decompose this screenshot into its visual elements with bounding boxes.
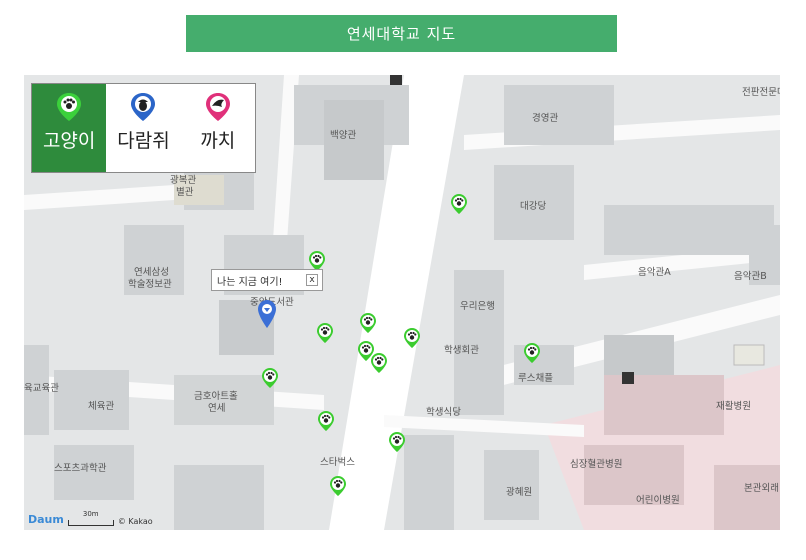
filter-option-label: 고양이	[42, 130, 96, 152]
campus-map[interactable]: 백양관 경영관 전판전문대 대강당 광복관 별관 연세삼성 학술정보관 중앙도서…	[24, 75, 780, 530]
cat-paw-marker-icon[interactable]	[523, 342, 541, 364]
map-label: 백양관	[330, 130, 357, 141]
cat-paw-marker-icon[interactable]	[317, 410, 335, 432]
map-label: 루스채플	[518, 373, 553, 384]
filter-option-magpie[interactable]: 까치	[181, 84, 255, 172]
map-label: 학생회관	[444, 345, 479, 356]
tooltip-text: 나는 지금 여기!	[217, 276, 283, 288]
cat-paw-marker-icon[interactable]	[359, 312, 377, 334]
daum-logo: Daum	[28, 513, 64, 526]
map-label: 대강당	[520, 201, 547, 212]
map-label: 본관외래	[744, 483, 779, 494]
current-location-tooltip: 나는 지금 여기! x	[211, 269, 323, 291]
filter-option-label: 다람쥐	[117, 130, 170, 152]
map-label: 육교육관	[24, 383, 59, 394]
map-label: 연세삼성	[134, 267, 169, 278]
map-label: 음악관A	[638, 267, 671, 278]
map-label: 광복관	[170, 175, 197, 186]
map-label: 광혜원	[506, 487, 533, 498]
page-title-button[interactable]: 연세대학교 지도	[186, 15, 617, 52]
filter-option-label: 까치	[200, 130, 236, 152]
map-label: 심장혈관병원	[570, 459, 623, 470]
map-label: 음악관B	[734, 271, 767, 282]
filter-option-cat[interactable]: 고양이	[32, 84, 107, 172]
scale-label: 30m	[82, 510, 99, 518]
cat-paw-marker-icon[interactable]	[403, 327, 421, 349]
map-label: 전판전문대	[742, 87, 780, 98]
map-label: 학생식당	[426, 407, 461, 418]
scale-line: 30m	[67, 510, 114, 526]
map-label: 연세	[208, 403, 226, 414]
cat-paw-marker-icon[interactable]	[316, 322, 334, 344]
map-label: 재활병원	[716, 401, 751, 412]
map-label: 별관	[176, 187, 194, 198]
paw-pin-icon	[57, 93, 82, 121]
map-label: 우리은행	[460, 301, 495, 312]
map-label: 학술정보관	[128, 279, 172, 290]
map-label: 스타벅스	[320, 457, 355, 468]
map-label: 체육관	[88, 401, 115, 412]
animal-filter-panel: 고양이 다람쥐 까치	[31, 83, 256, 173]
copyright: © Kakao	[117, 517, 153, 526]
filter-option-squirrel[interactable]: 다람쥐	[106, 84, 180, 172]
map-label: 금호아트홀	[194, 391, 238, 402]
cat-paw-marker-icon[interactable]	[388, 431, 406, 453]
cat-paw-marker-icon[interactable]	[261, 367, 279, 389]
cat-paw-marker-icon[interactable]	[450, 193, 468, 215]
cat-paw-marker-icon[interactable]	[329, 475, 347, 497]
cat-paw-marker-icon[interactable]	[370, 352, 388, 374]
current-location-pin-icon[interactable]	[257, 299, 277, 329]
wing-pin-icon	[205, 93, 230, 121]
map-scale-bar: Daum 30m © Kakao	[28, 510, 153, 526]
map-label: 스포츠과학관	[54, 463, 107, 474]
map-label: 경영관	[532, 113, 559, 124]
map-label: 어린이병원	[636, 495, 680, 506]
tooltip-close-button[interactable]: x	[306, 274, 318, 286]
acorn-pin-icon	[131, 93, 156, 121]
